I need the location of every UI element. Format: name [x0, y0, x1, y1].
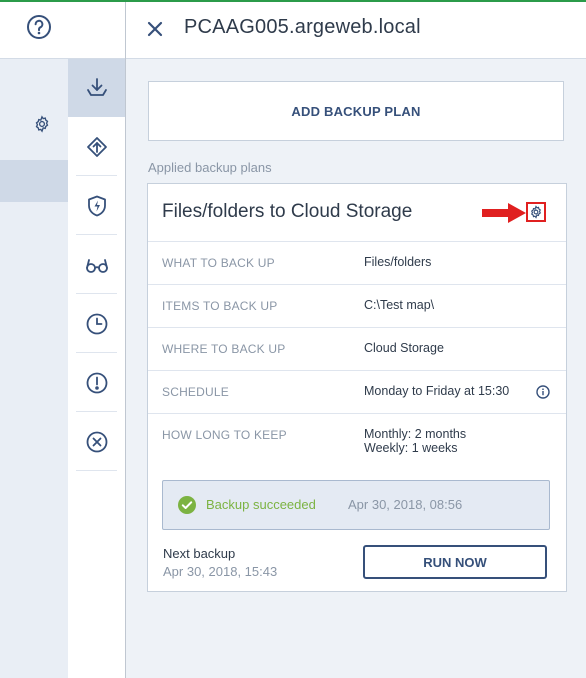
close-button[interactable] [144, 18, 166, 40]
status-text: Backup succeeded [206, 497, 316, 512]
help-button[interactable] [24, 12, 54, 42]
gear-icon [531, 205, 541, 219]
property-value: Monday to Friday at 15:30 [364, 384, 510, 398]
gear-icon[interactable] [33, 115, 51, 138]
glasses-icon [85, 259, 108, 273]
property-value: Cloud Storage [364, 341, 444, 355]
x-circle-icon [86, 431, 107, 453]
property-label: SCHEDULE [162, 385, 229, 399]
property-row-items: ITEMS TO BACK UP C:\Test map\ [148, 284, 566, 327]
icon-rail [68, 2, 126, 678]
left-strip-settings[interactable] [0, 105, 68, 145]
next-backup-time: Apr 30, 2018, 15:43 [163, 564, 278, 579]
panel-header: PCAAG005.argeweb.local [126, 2, 586, 59]
left-strip-selected-row[interactable] [0, 160, 68, 202]
property-label: HOW LONG TO KEEP [162, 428, 287, 442]
left-strip [0, 2, 69, 678]
plan-settings-button[interactable] [526, 202, 546, 222]
check-circle-icon [178, 496, 196, 514]
property-value: Files/folders [364, 255, 432, 269]
backup-plan-card: Files/folders to Cloud Storage WHAT TO B… [147, 183, 567, 592]
property-row-what: WHAT TO BACK UP Files/folders [148, 241, 566, 284]
plan-title: Files/folders to Cloud Storage [162, 201, 413, 222]
property-label: WHERE TO BACK UP [162, 342, 286, 356]
property-label: WHAT TO BACK UP [162, 256, 275, 270]
property-row-where: WHERE TO BACK UP Cloud Storage [148, 327, 566, 370]
add-backup-plan-button[interactable]: ADD BACKUP PLAN [148, 81, 564, 141]
left-strip-panel [0, 59, 68, 678]
retention-weekly: Weekly: 1 weeks [364, 441, 458, 455]
property-value: C:\Test map\ [364, 298, 435, 312]
run-now-button[interactable]: RUN NOW [363, 545, 547, 579]
page-title: PCAAG005.argeweb.local [184, 16, 421, 38]
rail-item-alerts[interactable] [68, 354, 125, 412]
exclamation-circle-icon [86, 372, 107, 394]
info-icon[interactable] [536, 385, 550, 399]
clock-icon [86, 313, 107, 335]
rail-header [68, 2, 125, 59]
status-timestamp: Apr 30, 2018, 08:56 [348, 497, 463, 512]
property-row-schedule: SCHEDULE Monday to Friday at 15:30 [148, 370, 566, 413]
rail-item-recovery[interactable] [68, 118, 125, 176]
rail-item-monitoring[interactable] [68, 236, 125, 294]
property-value: Monthly: 2 months Weekly: 1 weeks [364, 427, 466, 455]
rail-item-protection[interactable] [68, 177, 125, 235]
rail-item-backup[interactable] [68, 59, 125, 117]
next-backup-label: Next backup [163, 546, 236, 561]
rail-item-activities[interactable] [68, 295, 125, 353]
details-panel: PCAAG005.argeweb.local ADD BACKUP PLAN A… [126, 2, 586, 678]
property-label: ITEMS TO BACK UP [162, 299, 278, 313]
panel-content: ADD BACKUP PLAN Applied backup plans Fil… [126, 59, 586, 678]
download-icon [86, 78, 107, 96]
close-icon [147, 21, 163, 37]
red-arrow-annotation [482, 203, 526, 223]
retention-monthly: Monthly: 2 months [364, 427, 467, 441]
upload-diamond-icon [86, 137, 107, 157]
rail-item-remove[interactable] [68, 413, 125, 471]
property-row-retention: HOW LONG TO KEEP Monthly: 2 months Weekl… [148, 413, 566, 464]
backup-status-box[interactable]: Backup succeeded Apr 30, 2018, 08:56 [162, 480, 550, 530]
applied-plans-label: Applied backup plans [148, 160, 272, 175]
shield-bolt-icon [87, 195, 106, 217]
question-circle-icon [27, 15, 51, 39]
